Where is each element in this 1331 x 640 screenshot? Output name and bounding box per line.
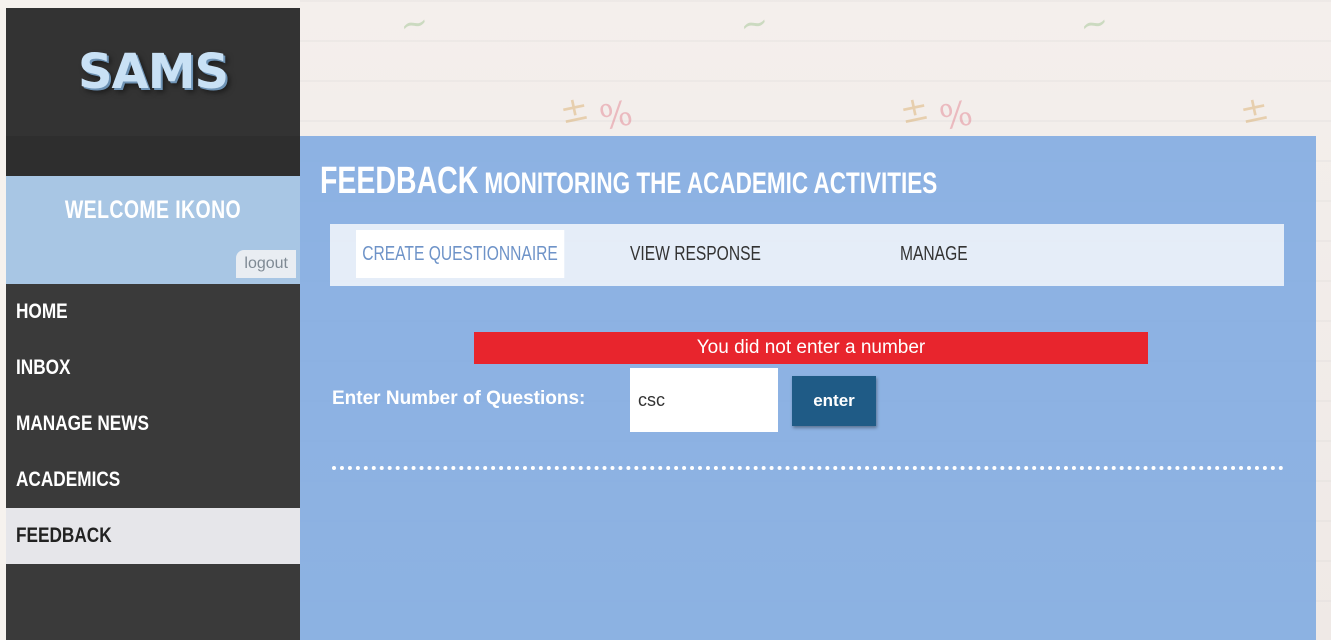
tab-create-questionnaire[interactable]: CREATE QUESTIONNAIRE bbox=[356, 230, 565, 278]
enter-button[interactable]: enter bbox=[792, 376, 876, 426]
welcome-text: WELCOME IKONO bbox=[64, 196, 242, 224]
nav-feedback-label: FEEDBACK bbox=[16, 524, 112, 547]
background-doodle: ± bbox=[896, 87, 933, 133]
page-title-main: FEEDBACK bbox=[320, 160, 479, 202]
question-count-input[interactable] bbox=[630, 368, 778, 432]
background-doodle: ± bbox=[1236, 87, 1273, 133]
background-doodle: % bbox=[596, 93, 637, 139]
nav-inbox-label: INBOX bbox=[16, 356, 71, 379]
nav-manage-news[interactable]: MANAGE NEWS bbox=[6, 396, 300, 452]
background-doodle: % bbox=[936, 93, 977, 139]
tab-bar: CREATE QUESTIONNAIRE VIEW RESPONSE MANAG… bbox=[330, 224, 1284, 286]
feedback-panel: FEEDBACK MONITORING THE ACADEMIC ACTIVITI… bbox=[300, 136, 1316, 640]
nav-academics[interactable]: ACADEMICS bbox=[6, 452, 300, 508]
page-subtitle: MONITORING THE ACADEMIC ACTIVITIES bbox=[484, 167, 938, 200]
background-doodle: ~ bbox=[396, 1, 433, 47]
tab-manage[interactable]: MANAGE bbox=[900, 230, 968, 278]
nav-home[interactable]: HOME bbox=[6, 284, 300, 340]
background-doodle: ± bbox=[556, 87, 593, 133]
sams-logo[interactable]: SAMS bbox=[78, 44, 229, 100]
nav-manage-news-label: MANAGE NEWS bbox=[16, 412, 149, 435]
tab-view-response[interactable]: VIEW RESPONSE bbox=[630, 230, 761, 278]
nav-inbox[interactable]: INBOX bbox=[6, 340, 300, 396]
sidebar-divider bbox=[6, 136, 300, 176]
welcome-box: WELCOME IKONO logout bbox=[6, 176, 300, 284]
nav-feedback[interactable]: FEEDBACK bbox=[6, 508, 300, 564]
background-doodle: ~ bbox=[736, 1, 773, 47]
logo-area: SAMS bbox=[6, 8, 300, 136]
logout-button[interactable]: logout bbox=[236, 250, 296, 278]
nav-academics-label: ACADEMICS bbox=[16, 468, 121, 491]
background-doodle: ~ bbox=[1076, 1, 1113, 47]
dotted-divider bbox=[332, 466, 1284, 470]
sidebar: SAMS WELCOME IKONO logout HOME INBOX MAN… bbox=[6, 8, 300, 640]
question-count-label: Enter Number of Questions: bbox=[332, 388, 586, 409]
page-title: FEEDBACK MONITORING THE ACADEMIC ACTIVITI… bbox=[320, 160, 937, 203]
nav-home-label: HOME bbox=[16, 300, 68, 323]
error-message: You did not enter a number bbox=[474, 332, 1148, 364]
